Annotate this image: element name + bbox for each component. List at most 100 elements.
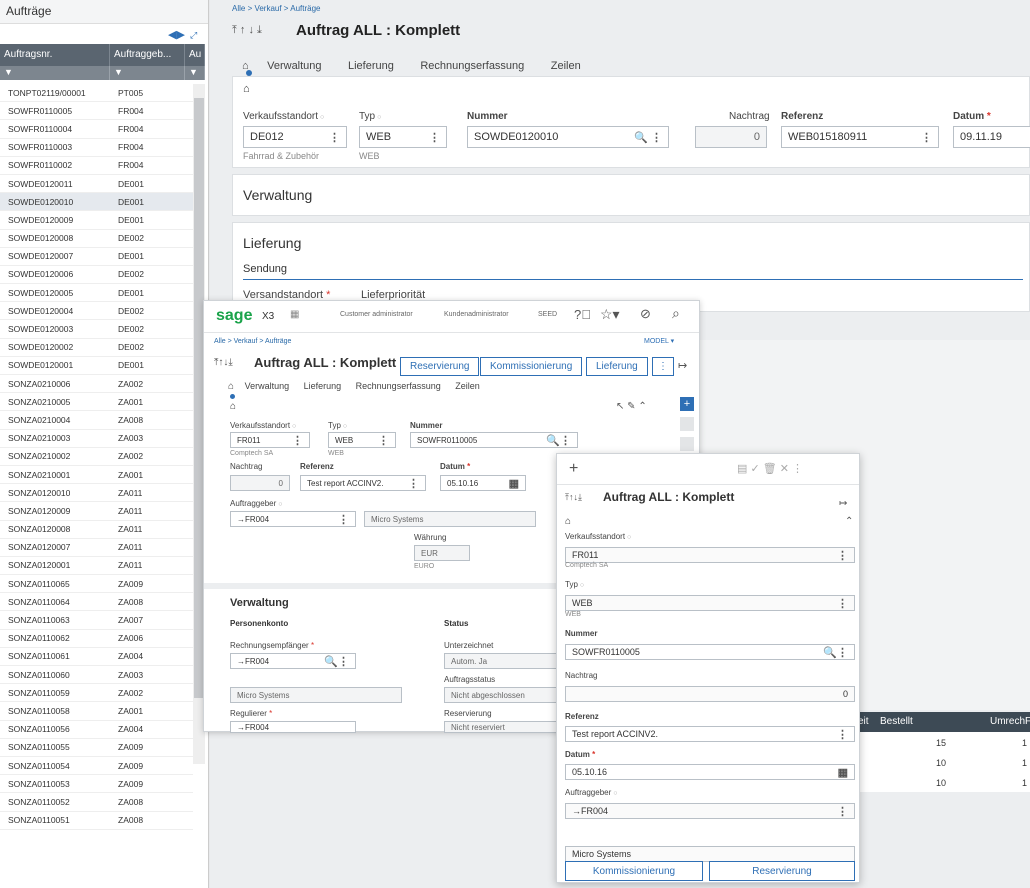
more-button[interactable]: ⋮ <box>652 357 674 376</box>
col-header[interactable]: UmrechF <box>990 716 1030 727</box>
tab-rechnung[interactable]: Rechnungserfassung <box>356 381 441 391</box>
table-row[interactable]: SONZA0110060 ZA003 <box>0 666 193 685</box>
exit-icon[interactable]: ↦ <box>839 498 847 509</box>
referenz-field[interactable]: Test report ACCINV2. ⋮ <box>565 726 855 742</box>
table-row[interactable]: SONZA0120001 ZA011 <box>0 557 193 576</box>
referenz-field[interactable]: Test report ACCINV2. ⋮ <box>300 475 426 491</box>
table-row[interactable]: SONZA0210003 ZA003 <box>0 430 193 448</box>
tab-lieferung[interactable]: Lieferung <box>348 60 394 72</box>
sage-logo[interactable]: sage <box>216 307 252 325</box>
expand-icon[interactable]: ⤢ <box>190 30 197 40</box>
sendung-tab[interactable]: Sendung <box>243 263 1023 280</box>
table-row[interactable]: SONZA0110056 ZA004 <box>0 721 193 739</box>
add-icon[interactable]: + <box>569 460 578 478</box>
nachtrag-field[interactable]: 0 <box>695 126 767 148</box>
breadcrumb[interactable]: Alle > Verkauf > Aufträge <box>232 4 321 13</box>
table-row[interactable]: SOWDE0120004 DE002 <box>0 302 193 321</box>
table-row[interactable]: SONZA0110051 ZA008 <box>0 812 193 830</box>
kommissionierung-button[interactable]: Kommissionierung <box>480 357 583 376</box>
home-icon[interactable]: ⌂ <box>228 381 234 392</box>
table-row[interactable]: SONZA0110061 ZA004 <box>0 648 193 666</box>
table-row[interactable]: SONZA0120007 ZA011 <box>0 539 193 557</box>
auftraggeber-field[interactable]: → FR004 ⋮ <box>565 803 855 819</box>
user-name[interactable]: Kundenadministrator <box>444 311 509 318</box>
next-icon[interactable]: ▶ <box>176 29 184 41</box>
collapse-icon[interactable]: ⌃ <box>845 516 853 527</box>
auftraggeber-field[interactable]: → FR004 ⋮ <box>230 511 356 527</box>
col-auftragsnr[interactable]: Auftragsnr. <box>0 44 110 66</box>
datum-field[interactable]: 05.10.16 ▦ <box>440 475 526 491</box>
table-row[interactable]: SONZA0110058 ZA001 <box>0 702 193 721</box>
table-row[interactable]: SONZA0110063 ZA007 <box>0 611 193 630</box>
table-row[interactable]: SOWDE0120011 DE001 <box>0 175 193 194</box>
typ-field[interactable]: WEB ⋮ <box>359 126 447 148</box>
copy-icon[interactable] <box>680 417 694 431</box>
table-row[interactable]: SOWFR0110003 FR004 <box>0 139 193 157</box>
table-row[interactable]: SOWDE0120001 DE001 <box>0 357 193 375</box>
table-row[interactable]: SONZA0210004 ZA008 <box>0 411 193 430</box>
exit-icon[interactable]: ↦ <box>678 359 687 372</box>
sort-icons[interactable]: ⤒↑↓⤓ <box>214 357 233 368</box>
table-row[interactable]: SONZA0120008 ZA011 <box>0 521 193 539</box>
toolbar-icons[interactable]: ▤ ✓ 🗑 ✕ ⋮ <box>737 462 803 475</box>
table-row[interactable]: SOWDE0120003 DE002 <box>0 320 193 339</box>
breadcrumb[interactable]: Alle > Verkauf > Aufträge <box>214 338 291 345</box>
table-row[interactable]: SONZA0110062 ZA006 <box>0 630 193 648</box>
tab-lieferung[interactable]: Lieferung <box>304 381 342 391</box>
table-row[interactable]: SONZA0110059 ZA002 <box>0 684 193 703</box>
typ-field[interactable]: WEB ⋮ <box>565 595 855 611</box>
nummer-field[interactable]: SOWFR0110005 🔍⋮ <box>565 644 855 660</box>
compass-icon[interactable]: ⊘ <box>640 306 651 322</box>
add-icon[interactable]: + <box>680 397 694 411</box>
nummer-field[interactable]: SOWDE0120010 🔍 ⋮ <box>467 126 669 148</box>
table-row[interactable]: SOWDE0120007 DE001 <box>0 248 193 266</box>
site-field[interactable]: DE012 ⋮ <box>243 126 347 148</box>
nummer-field[interactable]: SOWFR0110005 🔍⋮ <box>410 432 578 448</box>
table-row[interactable]: SOWFR0110004 FR004 <box>0 120 193 139</box>
table-row[interactable]: SONZA0110052 ZA008 <box>0 793 193 812</box>
help-icon[interactable]: ?⃝ <box>574 307 591 322</box>
table-row[interactable]: SOWFR0110002 FR004 <box>0 157 193 175</box>
folder-name[interactable]: SEED <box>538 311 557 318</box>
table-row[interactable]: SONZA0210006 ZA002 <box>0 375 193 394</box>
referenz-field[interactable]: WEB015180911 ⋮ <box>781 126 939 148</box>
nav-arrows[interactable]: ◀▶ ⤢ <box>168 28 197 41</box>
nachtrag-field[interactable]: 0 <box>230 475 290 491</box>
table-row[interactable]: SONZA0210005 ZA001 <box>0 393 193 412</box>
rechnung-field[interactable]: → FR004 🔍⋮ <box>230 653 356 669</box>
table-row[interactable]: SONZA0210001 ZA001 <box>0 466 193 485</box>
lieferung-button[interactable]: Lieferung <box>586 357 648 376</box>
regulierer-field[interactable]: → FR004 <box>230 721 356 733</box>
filter-icon[interactable]: ▼ <box>185 66 205 80</box>
col-auftraggeber[interactable]: Auftraggeb... <box>110 44 185 66</box>
site-field[interactable]: FR011 ⋮ <box>565 547 855 563</box>
filter-icon[interactable]: ▼ <box>0 66 110 80</box>
site-field[interactable]: FR011 ⋮ <box>230 432 310 448</box>
nachtrag-field[interactable]: 0 <box>565 686 855 702</box>
col-extra[interactable]: Au <box>185 44 205 66</box>
waehrung-field[interactable]: EUR <box>414 545 470 561</box>
reservierung-button[interactable]: Reservierung <box>400 357 480 376</box>
table-row[interactable]: TONPT02119/00001 PT005 <box>0 84 193 103</box>
tab-verwaltung[interactable]: Verwaltung <box>245 381 290 391</box>
table-row[interactable]: SONZA0110064 ZA008 <box>0 593 193 612</box>
edit-icons[interactable]: ↖ ✎ ⌃ <box>616 401 647 412</box>
kommissionierung-button[interactable]: Kommissionierung <box>565 861 703 881</box>
reservierung-button[interactable]: Reservierung <box>709 861 855 881</box>
col-header[interactable]: Bestellt <box>880 716 913 727</box>
typ-field[interactable]: WEB ⋮ <box>328 432 396 448</box>
search-icon[interactable]: ⌕ <box>672 305 680 322</box>
tab-rechnung[interactable]: Rechnungserfassung <box>420 60 524 72</box>
table-row[interactable]: SOWDE0120010 DE001 <box>0 193 193 212</box>
table-row[interactable]: SOWDE0120008 DE002 <box>0 230 193 248</box>
filter-icon[interactable]: ▼ <box>110 66 185 80</box>
table-row[interactable]: SONZA0110054 ZA009 <box>0 757 193 776</box>
table-row[interactable]: SONZA0110055 ZA009 <box>0 739 193 757</box>
sort-icons[interactable]: ⤒ ↑ ↓ ⤓ <box>232 24 262 37</box>
table-row[interactable]: SOWFR0110005 FR004 <box>0 102 193 121</box>
table-row[interactable]: SOWDE0120005 DE001 <box>0 284 193 303</box>
table-row[interactable]: SOWDE0120002 DE002 <box>0 339 193 357</box>
user-role[interactable]: Customer administrator <box>340 311 413 318</box>
check-icon[interactable] <box>680 437 694 451</box>
table-row[interactable]: SONZA0120010 ZA011 <box>0 484 193 503</box>
